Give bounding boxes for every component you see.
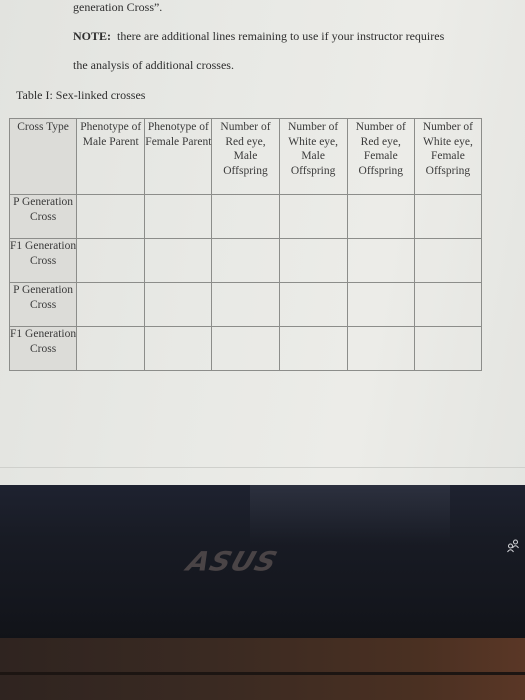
cross-type-label: F1 Generation Cross bbox=[8, 238, 78, 283]
column-header: Phenotype of Female Parent bbox=[144, 118, 213, 195]
table-header-row: Cross Type Phenotype of Male Parent Phenot… bbox=[8, 118, 483, 195]
table-cell[interactable] bbox=[278, 282, 348, 327]
table-row: P Generation Cross bbox=[8, 282, 483, 327]
note-paragraph: NOTE: there are additional lines remaini… bbox=[73, 29, 444, 44]
table-cell[interactable] bbox=[144, 238, 213, 283]
table-cell[interactable] bbox=[413, 238, 483, 283]
divider bbox=[0, 467, 525, 468]
table-cell[interactable] bbox=[211, 238, 280, 283]
asus-logo: ASUS bbox=[182, 545, 282, 578]
table-cell[interactable] bbox=[346, 326, 415, 371]
table-cell[interactable] bbox=[278, 238, 348, 283]
column-header: Number of White eye, Female Offspring bbox=[413, 118, 483, 195]
table-cell[interactable] bbox=[144, 326, 213, 371]
column-header: Number of Red eye, Male Offspring bbox=[211, 118, 280, 195]
table-cell[interactable] bbox=[211, 282, 280, 327]
table-cell[interactable] bbox=[76, 238, 146, 283]
table-cell[interactable] bbox=[278, 326, 348, 371]
note-label: NOTE: bbox=[73, 29, 112, 43]
chassis-seam bbox=[0, 672, 525, 675]
table-cell[interactable] bbox=[346, 238, 415, 283]
table-row: F1 Generation Cross bbox=[8, 238, 483, 283]
table-cell[interactable] bbox=[76, 194, 146, 239]
table-cell[interactable] bbox=[76, 326, 146, 371]
doc-text-line: the analysis of additional crosses. bbox=[73, 58, 234, 72]
table-cell[interactable] bbox=[346, 282, 415, 327]
table-cell[interactable] bbox=[76, 282, 146, 327]
table-cell[interactable] bbox=[211, 326, 280, 371]
table-cell[interactable] bbox=[144, 282, 213, 327]
table-cell[interactable] bbox=[413, 282, 483, 327]
cross-type-label: F1 Generation Cross bbox=[8, 326, 78, 371]
note-text: there are additional lines remaining to … bbox=[111, 29, 445, 43]
table-cell[interactable] bbox=[413, 326, 483, 371]
laptop-chassis bbox=[0, 638, 525, 700]
column-header: Phenotype of Male Parent bbox=[76, 118, 146, 195]
laptop-screen: generation Cross”. NOTE: there are addit… bbox=[0, 0, 525, 485]
glare bbox=[250, 485, 450, 545]
column-header: Number of Red eye, Female Offspring bbox=[346, 118, 415, 195]
laptop-bezel: ASUS bbox=[0, 485, 525, 638]
table-caption: Table I: Sex-linked crosses bbox=[16, 88, 146, 102]
table-cell[interactable] bbox=[278, 194, 348, 239]
table-row: F1 Generation Cross bbox=[8, 326, 483, 371]
people-icon bbox=[507, 539, 519, 553]
table-cell[interactable] bbox=[211, 194, 280, 239]
table-cell[interactable] bbox=[144, 194, 213, 239]
column-header: Cross Type bbox=[8, 118, 78, 195]
cross-type-label: P Generation Cross bbox=[8, 194, 78, 239]
column-header: Number of White eye, Male Offspring bbox=[278, 118, 348, 195]
cross-type-label: P Generation Cross bbox=[8, 282, 78, 327]
doc-text-line: generation Cross”. bbox=[73, 0, 163, 14]
table-cell[interactable] bbox=[346, 194, 415, 239]
sex-linked-crosses-table: Cross Type Phenotype of Male Parent Phenot… bbox=[8, 118, 483, 371]
table-row: P Generation Cross bbox=[8, 194, 483, 239]
table-cell[interactable] bbox=[413, 194, 483, 239]
